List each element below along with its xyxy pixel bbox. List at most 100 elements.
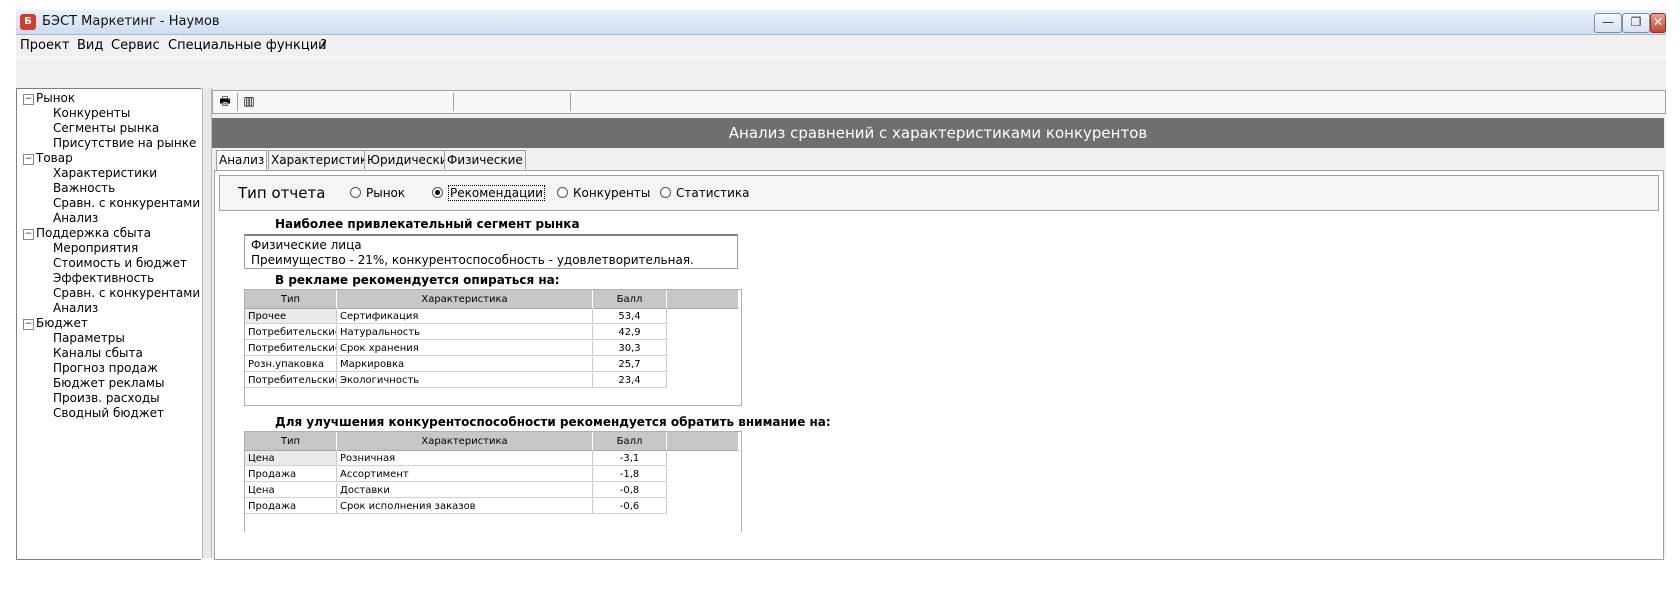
tree-item-sales-channels[interactable]: Каналы сбыта [53,346,143,360]
navigation-tree: − Рынок Конкуренты Сегменты рынка Присут… [16,88,201,560]
tree-item-events[interactable]: Мероприятия [53,241,138,255]
report-type-group: Тип отчета Рынок Рекомендации Конкуренты… [219,175,1659,211]
collapse-icon[interactable]: − [23,319,34,330]
tree-item-importance[interactable]: Важность [53,181,115,195]
menu-bar: Проект Вид Сервис Специальные функции ? [16,35,1666,57]
collapse-icon[interactable]: − [23,94,34,105]
table-cell: Маркировка [337,357,593,372]
tree-item-product-compare[interactable]: Сравн. с конкурентами [53,196,200,210]
tree-node-budget[interactable]: Бюджет [36,316,88,330]
tree-node-product[interactable]: Товар [36,151,73,165]
close-button[interactable]: ✕ [1650,13,1666,33]
table-cell: Доставки [337,483,593,498]
table-cell: Экологичность [337,373,593,388]
table-cell: Розничная [337,451,593,466]
pane-splitter[interactable] [202,88,212,558]
document-toolbar: 🖶 ▥ [212,90,1666,114]
table-cell: -0,6 [593,499,667,514]
title-bar: Б БЭСТ Маркетинг - Наумов — ❐ ✕ [16,10,1666,35]
tree-item-support-compare[interactable]: Сравн. с конкурентами [53,286,200,300]
advertising-table: Тип Характеристика Балл Прочее Сертифика… [244,289,742,406]
table-cell: Ассортимент [337,467,593,482]
toolbar-separator [570,93,571,111]
tree-item-efficiency[interactable]: Эффективность [53,271,154,285]
table-cell: Срок хранения [337,341,593,356]
report-type-label: Тип отчета [238,184,326,202]
tree-item-parameters[interactable]: Параметры [53,331,125,345]
segment-line: Физические лица [251,238,362,252]
table-cell: 53,4 [593,309,667,324]
collapse-icon[interactable]: − [23,154,34,165]
segment-box: Физические лица Преимущество - 21%, конк… [244,234,738,269]
advertising-title: В рекламе рекомендуется опираться на: [275,273,560,287]
column-header[interactable]: Тип [245,290,337,309]
table-cell: Розн.упаковка [245,357,337,372]
radio-button-icon [660,187,671,198]
chart-icon[interactable]: ▥ [241,94,257,108]
radio-button-icon [350,187,361,198]
table-cell: 25,7 [593,357,667,372]
table-cell: Потребительские [245,341,337,356]
tree-item-presence[interactable]: Присутствие на рынке [53,136,196,150]
table-cell: Цена [245,451,337,466]
tree-item-product-analysis[interactable]: Анализ [53,211,98,225]
menu-service[interactable]: Сервис [111,38,160,53]
table-cell: Прочее [245,309,337,324]
tab-characteristics[interactable]: Характеристики [268,150,379,169]
tree-item-production-costs[interactable]: Произв. расходы [53,391,160,405]
improvement-table: Тип Характеристика Балл Цена Розничная -… [244,431,742,532]
tree-item-support-analysis[interactable]: Анализ [53,301,98,315]
report-body: Наиболее привлекательный сегмент рынка Ф… [215,215,1661,559]
segment-title: Наиболее привлекательный сегмент рынка [275,217,580,231]
minimize-button[interactable]: — [1594,13,1622,33]
radio-recommendations[interactable]: Рекомендации [432,185,545,201]
tree-node-market[interactable]: Рынок [36,91,75,105]
segment-line: Преимущество - 21%, конкурентоспособност… [251,253,694,267]
table-cell: -0,8 [593,483,667,498]
tab-physical[interactable]: Физические [444,150,526,169]
table-cell: Срок исполнения заказов [337,499,593,514]
tree-item-ad-budget[interactable]: Бюджет рекламы [53,376,164,390]
maximize-button[interactable]: ❐ [1622,13,1650,33]
table-cell: Продажа [245,499,337,514]
improvement-title: Для улучшения конкурентоспособности реко… [275,415,831,429]
tree-item-characteristics[interactable]: Характеристики [53,166,157,180]
column-header[interactable]: Тип [245,432,337,451]
tree-item-cost-budget[interactable]: Стоимость и бюджет [53,256,187,270]
tree-item-summary-budget[interactable]: Сводный бюджет [53,406,164,420]
radio-button-icon [432,187,443,198]
menu-project[interactable]: Проект [20,38,69,53]
print-icon[interactable]: 🖶 [217,94,233,108]
tree-node-sales-support[interactable]: Поддержка сбыта [36,226,151,240]
menu-view[interactable]: Вид [77,38,103,53]
window-title: БЭСТ Маркетинг - Наумов [42,14,220,29]
report-header: Анализ сравнений с характеристиками конк… [212,118,1664,148]
column-header-empty [667,432,739,451]
tree-item-segments[interactable]: Сегменты рынка [53,121,159,135]
table-cell: Продажа [245,467,337,482]
column-header[interactable]: Характеристика [337,432,593,451]
table-cell: 23,4 [593,373,667,388]
table-cell: Сертификация [337,309,593,324]
radio-market[interactable]: Рынок [350,186,405,200]
radio-statistics[interactable]: Статистика [660,186,750,200]
menu-special-functions[interactable]: Специальные функции [168,38,327,53]
app-icon[interactable]: Б [20,14,36,30]
table-cell: Цена [245,483,337,498]
tree-item-competitors[interactable]: Конкуренты [53,106,130,120]
table-cell: Потребительские [245,373,337,388]
tree-item-sales-forecast[interactable]: Прогноз продаж [53,361,158,375]
tab-analysis[interactable]: Анализ [216,150,268,170]
table-cell: -3,1 [593,451,667,466]
toolbar-separator [237,93,238,111]
report-pane: 🖶 ▥ Анализ сравнений с характеристиками … [212,88,1666,560]
column-header[interactable]: Балл [593,432,667,451]
menu-help[interactable]: ? [320,38,327,53]
radio-button-icon [557,187,568,198]
radio-competitors[interactable]: Конкуренты [557,186,650,200]
table-cell: 42,9 [593,325,667,340]
app-window: Б БЭСТ Маркетинг - Наумов — ❐ ✕ Проект В… [16,10,1666,560]
column-header[interactable]: Балл [593,290,667,309]
collapse-icon[interactable]: − [23,229,34,240]
column-header[interactable]: Характеристика [337,290,593,309]
